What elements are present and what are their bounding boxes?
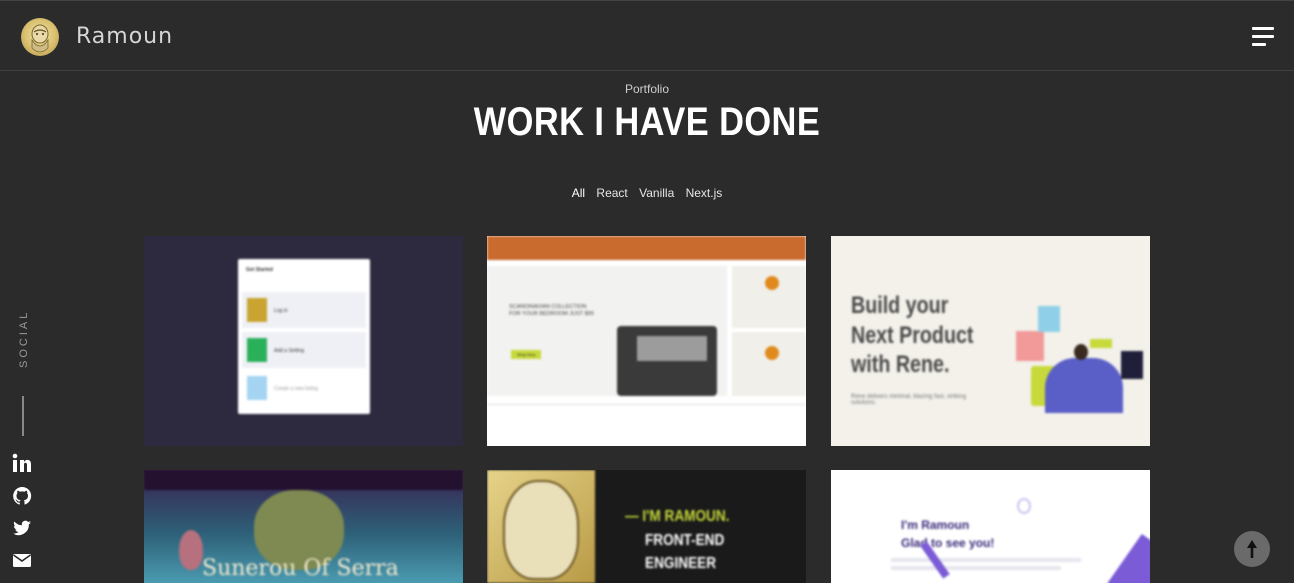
scroll-top-button[interactable] xyxy=(1234,531,1270,567)
portrait-avatar-icon xyxy=(31,24,49,53)
intro-line-1: I'm Ramoun xyxy=(901,518,970,532)
list-item: Add a Setting xyxy=(274,348,305,354)
page-title: WORK I HAVE DONE xyxy=(473,100,821,144)
list-item: Log in xyxy=(274,308,288,314)
hamburger-icon[interactable] xyxy=(1252,27,1276,49)
card-headline: SCANDINAVIAN COLLECTION FOR YOUR BEDROOM… xyxy=(509,304,594,317)
filter-react[interactable]: React xyxy=(596,186,627,200)
card-caption: Sunerou Of Serra xyxy=(202,556,399,581)
social-label: SOCIAL xyxy=(18,309,30,368)
project-card-4[interactable]: Sunerou Of Serra xyxy=(144,470,463,583)
filter-nextjs[interactable]: Next.js xyxy=(686,186,723,200)
card-headline-3: with Rene. xyxy=(851,351,950,378)
project-card-2[interactable]: SCANDINAVIAN COLLECTION FOR YOUR BEDROOM… xyxy=(487,236,806,446)
project-card-6[interactable]: I'm Ramoun Glad to see you! xyxy=(831,470,1150,583)
panel-title: Get Started xyxy=(246,267,273,273)
section-kicker: Portfolio xyxy=(624,82,670,96)
hero-line-1: — I'M RAMOUN. xyxy=(625,508,730,525)
social-divider xyxy=(22,396,24,436)
card-headline-1: Build your xyxy=(851,292,949,319)
list-item: Create a new listing xyxy=(274,386,318,392)
brand-name[interactable]: Ramoun xyxy=(76,24,173,49)
email-icon[interactable] xyxy=(12,550,32,570)
hero-line-2: FRONT-END xyxy=(645,532,725,549)
card-sub: Rene delivers minimal, blazing fast, str… xyxy=(851,394,967,406)
project-card-1[interactable]: Get Started Log in Add a Setting Create … xyxy=(144,236,463,446)
project-card-5[interactable]: — I'M RAMOUN. FRONT-END ENGINEER xyxy=(487,470,806,583)
linkedin-icon[interactable] xyxy=(12,453,32,473)
arrow-up-icon xyxy=(1247,540,1257,558)
filter-all[interactable]: All xyxy=(572,186,585,200)
shop-badge: Shop Now xyxy=(511,350,542,359)
hero-line-3: ENGINEER xyxy=(645,555,717,572)
filter-tabs: All React Vanilla Next.js xyxy=(0,186,1294,200)
filter-vanilla[interactable]: Vanilla xyxy=(639,186,674,200)
top-nav: Ramoun xyxy=(0,0,1294,71)
project-card-3[interactable]: Build your Next Product with Rene. Rene … xyxy=(831,236,1150,446)
twitter-icon[interactable] xyxy=(12,518,32,538)
avatar[interactable] xyxy=(21,18,59,56)
card-headline-2: Next Product xyxy=(851,322,974,349)
intro-line-2: Glad to see you! xyxy=(901,536,995,550)
github-icon[interactable] xyxy=(12,486,32,506)
